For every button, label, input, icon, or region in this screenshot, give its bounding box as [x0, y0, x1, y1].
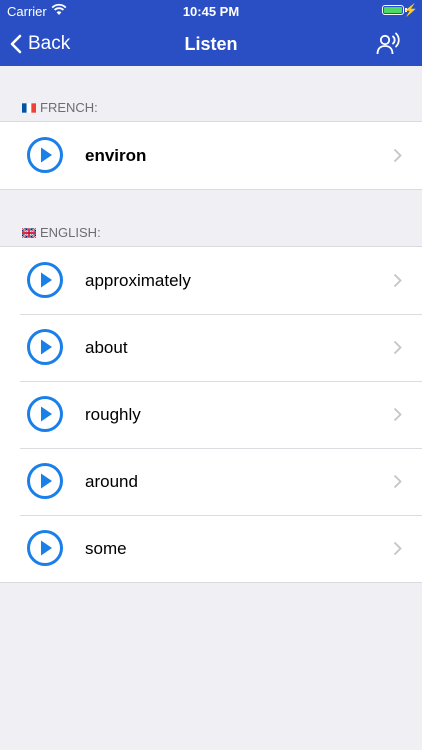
- battery-icon: [382, 5, 404, 15]
- word-label: some: [85, 539, 127, 558]
- back-button[interactable]: Back: [10, 22, 70, 66]
- chevron-right-icon: [393, 273, 402, 288]
- status-bar: Carrier 10:45 PM ⚡: [0, 0, 422, 22]
- section-header-english: ENGLISH:: [22, 225, 101, 240]
- section-label: ENGLISH:: [40, 225, 101, 240]
- list-item[interactable]: some: [0, 515, 422, 582]
- list-item[interactable]: roughly: [0, 381, 422, 448]
- speaking-person-icon: [376, 32, 400, 55]
- speak-button[interactable]: [376, 31, 402, 57]
- play-icon[interactable]: [26, 529, 64, 567]
- play-icon[interactable]: [26, 328, 64, 366]
- word-label: around: [85, 472, 138, 491]
- status-time: 10:45 PM: [182, 4, 240, 19]
- list-item[interactable]: about: [0, 314, 422, 381]
- france-flag-icon: [22, 102, 36, 113]
- word-label: approximately: [85, 271, 191, 290]
- word-label: about: [85, 338, 128, 357]
- word-label: roughly: [85, 405, 141, 424]
- chevron-right-icon: [393, 474, 402, 489]
- play-icon[interactable]: [26, 261, 64, 299]
- list-item[interactable]: around: [0, 448, 422, 515]
- word-label: environ: [85, 146, 147, 165]
- charging-icon: ⚡: [403, 3, 418, 17]
- play-icon[interactable]: [26, 462, 64, 500]
- list-item[interactable]: approximately: [0, 247, 422, 314]
- play-icon[interactable]: [26, 136, 64, 174]
- section-label: FRENCH:: [40, 100, 98, 115]
- play-icon[interactable]: [26, 395, 64, 433]
- header: Carrier 10:45 PM ⚡ Back Listen: [0, 0, 422, 66]
- chevron-right-icon: [393, 541, 402, 556]
- back-label: Back: [28, 33, 71, 54]
- navigation-bar: Back Listen: [0, 22, 422, 66]
- french-word-list: environ: [0, 121, 422, 190]
- list-item[interactable]: environ: [0, 122, 422, 189]
- english-word-list: approximately about roughly around some: [0, 246, 422, 583]
- chevron-right-icon: [393, 340, 402, 355]
- section-header-french: FRENCH:: [22, 100, 98, 115]
- chevron-right-icon: [393, 407, 402, 422]
- uk-flag-icon: [22, 227, 36, 238]
- chevron-right-icon: [393, 148, 402, 163]
- chevron-left-icon: [10, 34, 22, 54]
